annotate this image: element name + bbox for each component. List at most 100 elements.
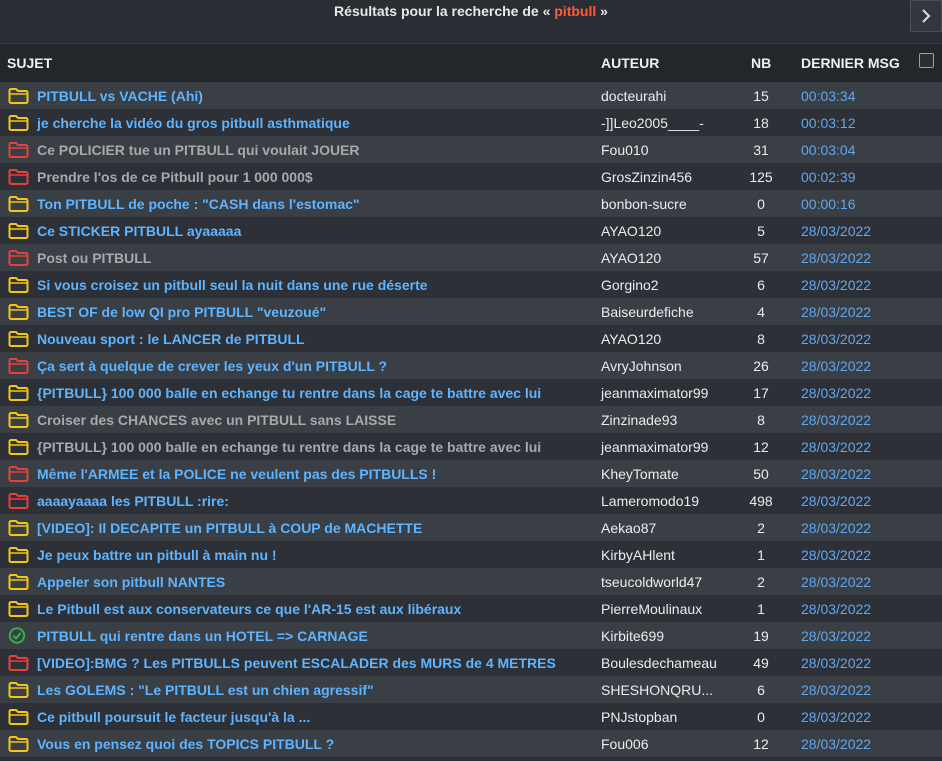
topic-last-message-link[interactable]: 28/03/2022: [801, 223, 871, 239]
topic-link[interactable]: {PITBULL} 100 000 balle en echange tu re…: [37, 439, 541, 455]
topic-message-count: 49: [753, 655, 769, 671]
table-row: BEST OF de low QI pro PITBULL "veuzoué" B…: [0, 298, 942, 325]
topic-link[interactable]: Je peux battre un pitbull à main nu !: [37, 547, 277, 563]
topic-author[interactable]: Kirbite699: [601, 628, 664, 644]
column-header-last-message[interactable]: DERNIER MSG: [801, 55, 900, 71]
topic-link[interactable]: {PITBULL} 100 000 balle en echange tu re…: [37, 385, 541, 401]
topic-link[interactable]: PITBULL qui rentre dans un HOTEL => CARN…: [37, 628, 368, 644]
folder-icon: [8, 330, 29, 347]
topic-author[interactable]: Boulesdechameau: [601, 655, 717, 671]
topic-link[interactable]: Ton PITBULL de poche : "CASH dans l'esto…: [37, 196, 360, 212]
topic-author[interactable]: Zinzinade93: [601, 412, 677, 428]
topic-author[interactable]: Fou010: [601, 142, 648, 158]
folder-icon: [8, 303, 29, 320]
topic-last-message-link[interactable]: 00:03:12: [801, 115, 856, 131]
topic-author[interactable]: PierreMoulinaux: [601, 601, 702, 617]
table-header: SUJET AUTEUR NB DERNIER MSG: [0, 43, 942, 82]
topic-author[interactable]: docteurahi: [601, 88, 666, 104]
topic-author[interactable]: KirbyAHlent: [601, 547, 675, 563]
topic-link[interactable]: Ça sert à quelque de crever les yeux d'u…: [37, 358, 387, 374]
table-row: Ce pitbull poursuit le facteur jusqu'à l…: [0, 703, 942, 730]
topic-link[interactable]: [VIDEO]: Il DECAPITE un PITBULL à COUP d…: [37, 520, 422, 536]
topic-link[interactable]: Le Pitbull est aux conservateurs ce que …: [37, 601, 461, 617]
topic-author[interactable]: jeanmaximator99: [601, 439, 708, 455]
topic-link[interactable]: [VIDEO]:BMG ? Les PITBULLS peuvent ESCAL…: [37, 655, 556, 671]
topic-link[interactable]: Appeler son pitbull NANTES: [37, 574, 225, 590]
topic-author[interactable]: AYAO120: [601, 250, 661, 266]
topic-last-message-link[interactable]: 28/03/2022: [801, 466, 871, 482]
topic-last-message-link[interactable]: 00:00:16: [801, 196, 856, 212]
topic-link[interactable]: PITBULL vs VACHE (Ahi): [37, 88, 203, 104]
topic-last-message-link[interactable]: 28/03/2022: [801, 601, 871, 617]
topic-last-message-link[interactable]: 00:03:34: [801, 88, 856, 104]
topic-author[interactable]: Gorgino2: [601, 277, 659, 293]
topic-author[interactable]: KheyTomate: [601, 466, 679, 482]
topic-last-message-link[interactable]: 28/03/2022: [801, 682, 871, 698]
topic-last-message-link[interactable]: 28/03/2022: [801, 277, 871, 293]
table-row: {PITBULL} 100 000 balle en echange tu re…: [0, 379, 942, 406]
table-row: Si vous croisez un pitbull seul la nuit …: [0, 271, 942, 298]
topic-author[interactable]: PNJstopban: [601, 709, 677, 725]
topic-link[interactable]: Ce STICKER PITBULL ayaaaaa: [37, 223, 241, 239]
topic-link[interactable]: Post ou PITBULL: [37, 250, 151, 266]
topic-last-message-link[interactable]: 28/03/2022: [801, 412, 871, 428]
resolved-check-icon: [8, 627, 29, 644]
topic-link[interactable]: aaaayaaaa les PITBULL :rire:: [37, 493, 229, 509]
topic-message-count: 57: [753, 250, 769, 266]
topic-message-count: 2: [757, 520, 765, 536]
topic-author[interactable]: Fou006: [601, 736, 648, 752]
topic-last-message-link[interactable]: 28/03/2022: [801, 547, 871, 563]
hot-folder-icon: [8, 492, 29, 509]
topic-author[interactable]: jeanmaximator99: [601, 385, 708, 401]
topic-last-message-link[interactable]: 28/03/2022: [801, 250, 871, 266]
topic-last-message-link[interactable]: 28/03/2022: [801, 493, 871, 509]
topic-last-message-link[interactable]: 28/03/2022: [801, 358, 871, 374]
topic-link[interactable]: BEST OF de low QI pro PITBULL "veuzoué": [37, 304, 326, 320]
column-header-author[interactable]: AUTEUR: [601, 55, 659, 71]
topic-author[interactable]: tseucoldworld47: [601, 574, 702, 590]
search-term: pitbull: [554, 3, 597, 19]
topic-last-message-link[interactable]: 28/03/2022: [801, 709, 871, 725]
select-all-checkbox[interactable]: [919, 53, 934, 68]
column-header-nb[interactable]: NB: [751, 55, 771, 71]
topic-author[interactable]: AYAO120: [601, 331, 661, 347]
topic-link[interactable]: Prendre l'os de ce Pitbull pour 1 000 00…: [37, 169, 313, 185]
topic-author[interactable]: AYAO120: [601, 223, 661, 239]
topic-link[interactable]: Ce POLICIER tue un PITBULL qui voulait J…: [37, 142, 360, 158]
topic-author[interactable]: bonbon-sucre: [601, 196, 687, 212]
topic-last-message-link[interactable]: 28/03/2022: [801, 385, 871, 401]
topic-last-message-link[interactable]: 28/03/2022: [801, 439, 871, 455]
topic-link[interactable]: Nouveau sport : le LANCER de PITBULL: [37, 331, 305, 347]
table-row: Ça sert à quelque de crever les yeux d'u…: [0, 352, 942, 379]
topic-link[interactable]: Même l'ARMEE et la POLICE ne veulent pas…: [37, 466, 436, 482]
topic-message-count: 0: [757, 196, 765, 212]
topic-last-message-link[interactable]: 28/03/2022: [801, 655, 871, 671]
folder-icon: [8, 87, 29, 104]
topic-author[interactable]: Lameromodo19: [601, 493, 699, 509]
next-page-button[interactable]: [910, 0, 942, 32]
folder-icon: [8, 222, 29, 239]
topic-last-message-link[interactable]: 28/03/2022: [801, 736, 871, 752]
topic-author[interactable]: AvryJohnson: [601, 358, 682, 374]
topic-author[interactable]: -]]Leo2005____-: [601, 115, 704, 131]
topic-last-message-link[interactable]: 28/03/2022: [801, 331, 871, 347]
topic-link[interactable]: Vous en pensez quoi des TOPICS PITBULL ?: [37, 736, 334, 752]
table-row: [VIDEO]:BMG ? Les PITBULLS peuvent ESCAL…: [0, 649, 942, 676]
topic-author[interactable]: GrosZinzin456: [601, 169, 692, 185]
topic-link[interactable]: Si vous croisez un pitbull seul la nuit …: [37, 277, 428, 293]
topic-link[interactable]: Les GOLEMS : "Le PITBULL est un chien ag…: [37, 682, 374, 698]
topic-last-message-link[interactable]: 28/03/2022: [801, 574, 871, 590]
topic-author[interactable]: Aekao87: [601, 520, 656, 536]
folder-icon: [8, 519, 29, 536]
topic-author[interactable]: SHESHONQRU...: [601, 682, 713, 698]
topic-link[interactable]: Croiser des CHANCES avec un PITBULL sans…: [37, 412, 396, 428]
topic-link[interactable]: Ce pitbull poursuit le facteur jusqu'à l…: [37, 709, 310, 725]
topic-last-message-link[interactable]: 28/03/2022: [801, 304, 871, 320]
topic-author[interactable]: Baiseurdefiche: [601, 304, 694, 320]
topic-last-message-link[interactable]: 28/03/2022: [801, 520, 871, 536]
topic-last-message-link[interactable]: 28/03/2022: [801, 628, 871, 644]
topic-last-message-link[interactable]: 00:02:39: [801, 169, 856, 185]
topic-link[interactable]: je cherche la vidéo du gros pitbull asth…: [37, 115, 350, 131]
topic-last-message-link[interactable]: 00:03:04: [801, 142, 856, 158]
column-header-subject[interactable]: SUJET: [7, 55, 52, 71]
